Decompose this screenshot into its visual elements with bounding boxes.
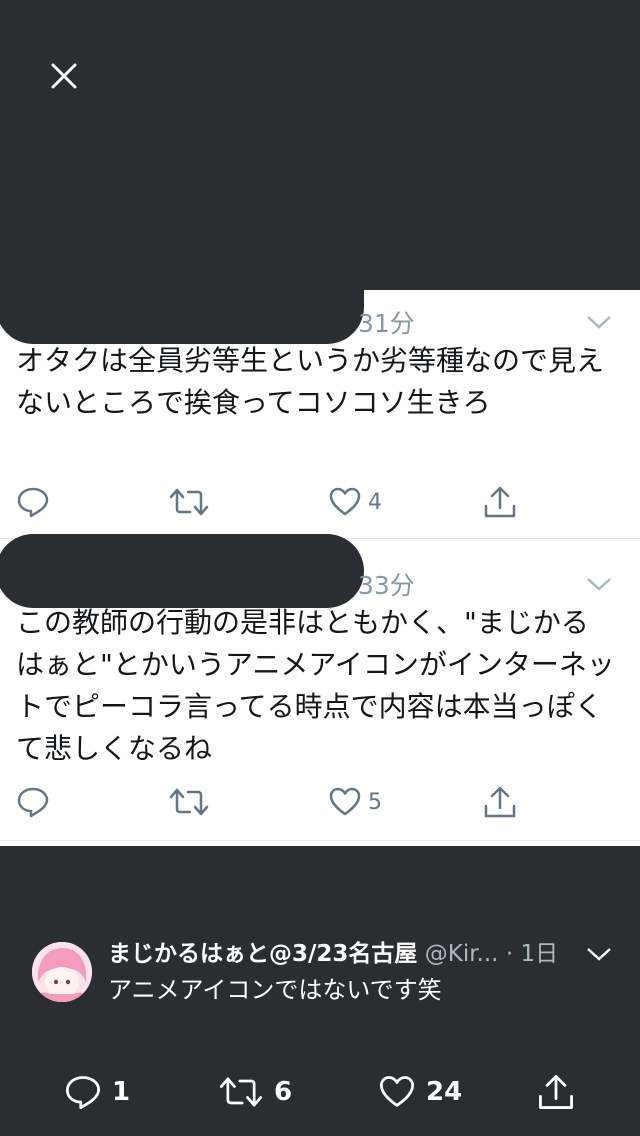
like-action: 5 bbox=[328, 780, 382, 824]
reply-action bbox=[16, 780, 50, 824]
tweet-time: 1日 bbox=[520, 941, 559, 967]
reply-icon bbox=[65, 1076, 101, 1110]
display-name[interactable]: まじかるはぁと@3/23名古屋 bbox=[108, 941, 417, 967]
tweet-text: アニメアイコンではないです笑 bbox=[108, 976, 442, 1004]
close-button[interactable] bbox=[44, 56, 84, 96]
avatar[interactable] bbox=[32, 942, 92, 1002]
reply-button[interactable]: 1 bbox=[64, 1068, 130, 1116]
redacted-header bbox=[0, 270, 364, 344]
like-count: 5 bbox=[368, 789, 382, 815]
caption-header: まじかるはぁと@3/23名古屋 @Kir... · 1日 bbox=[108, 934, 578, 968]
retweet-icon bbox=[219, 1077, 263, 1107]
like-count: 24 bbox=[426, 1077, 463, 1107]
like-count: 4 bbox=[368, 489, 382, 515]
reply-icon bbox=[17, 787, 49, 818]
like-action: 4 bbox=[328, 480, 382, 524]
user-handle[interactable]: @Kir... bbox=[425, 941, 499, 967]
retweet-icon bbox=[169, 788, 209, 816]
embedded-tweet: 31分 オタクは全員劣等生というか劣等種なので見えないところで挨食ってコソコソ生… bbox=[0, 270, 640, 539]
chevron-down-icon bbox=[587, 578, 611, 591]
tweet-time: 31分 bbox=[358, 309, 415, 338]
retweet-action bbox=[168, 480, 210, 524]
like-button[interactable]: 24 bbox=[378, 1068, 462, 1116]
action-bar: 1 6 24 bbox=[0, 1068, 640, 1116]
screenshot-image[interactable]: 31分 オタクは全員劣等生というか劣等種なので見えないところで挨食ってコソコソ生… bbox=[0, 270, 640, 846]
share-icon bbox=[539, 1075, 573, 1109]
heart-icon bbox=[329, 787, 361, 816]
reply-icon bbox=[17, 487, 49, 518]
retweet-action bbox=[168, 780, 210, 824]
chevron-down-icon[interactable] bbox=[584, 944, 614, 964]
share-action bbox=[482, 780, 518, 824]
heart-icon bbox=[379, 1076, 415, 1107]
separator-dot: · bbox=[505, 941, 514, 967]
close-icon bbox=[51, 63, 77, 89]
retweet-count: 6 bbox=[274, 1077, 293, 1107]
share-icon bbox=[484, 486, 516, 518]
tweet-actions: 4 bbox=[0, 480, 640, 524]
tweet-actions: 5 bbox=[0, 780, 640, 824]
share-button[interactable] bbox=[536, 1068, 576, 1116]
heart-icon bbox=[329, 487, 361, 516]
share-action bbox=[482, 480, 518, 524]
tweet-caption-panel: まじかるはぁと@3/23名古屋 @Kir... · 1日 アニメアイコンではない… bbox=[0, 846, 640, 1136]
embedded-tweet: 33分 この教師の行動の是非はともかく、"まじかるはぁと"とかいうアニメアイコン… bbox=[0, 534, 640, 841]
redacted-header bbox=[0, 534, 364, 608]
retweet-button[interactable]: 6 bbox=[218, 1068, 292, 1116]
tweet-text: この教師の行動の是非はともかく、"まじかるはぁと"とかいうアニメアイコンがインタ… bbox=[16, 606, 615, 765]
tweet-time: 33分 bbox=[358, 571, 415, 600]
avatar-image bbox=[32, 942, 92, 1002]
reply-count: 1 bbox=[112, 1077, 131, 1107]
share-icon bbox=[484, 786, 516, 818]
chevron-down-icon bbox=[587, 316, 611, 329]
reply-action bbox=[16, 480, 50, 524]
tweet-text: オタクは全員劣等生というか劣等種なので見えないところで挨食ってコソコソ生きろ bbox=[16, 344, 605, 419]
retweet-icon bbox=[169, 488, 209, 516]
